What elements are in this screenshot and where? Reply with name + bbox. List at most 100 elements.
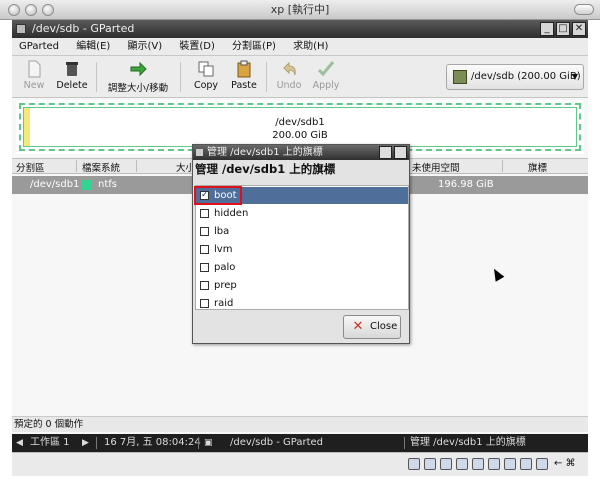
dialog-title: 管理 /dev/sdb1 上的旗標 [207,147,323,158]
flag-prep[interactable]: prep [196,277,408,294]
column-separator [76,160,77,172]
usb-icon[interactable] [456,458,468,470]
new-button[interactable]: New [16,58,52,96]
flag-label: prep [214,280,237,291]
paste-icon [237,60,251,78]
flag-palo[interactable]: palo [196,259,408,276]
flag-label: palo [214,262,236,273]
window-menu-icon[interactable] [16,24,26,34]
column-partition[interactable]: 分割區 [16,160,45,174]
checkbox-icon[interactable] [200,263,209,272]
vm-status-tray: ← ⌘ [12,452,588,476]
close-button[interactable]: ✕ Close [343,315,401,339]
column-filesystem[interactable]: 檔案系統 [82,160,120,174]
device-selector-label: /dev/sdb (200.00 GiB) [471,71,581,82]
clock: 16 7月, 五 08:04:24 [104,437,201,448]
minimize-icon[interactable]: _ [540,22,554,36]
disk-icon [453,70,467,84]
panel-separator [96,437,97,449]
dropdown-arrow-icon: ▼ [571,72,578,81]
resize-arrow-icon [130,61,147,77]
dialog-maximize-icon[interactable] [379,146,392,159]
dialog-close-icon[interactable] [394,146,407,159]
close-button-label: Close [370,321,398,332]
resize-move-button[interactable]: 調整大小/移動 [100,58,176,96]
new-label: New [23,80,45,91]
toolbar-separator [266,62,267,92]
delete-button[interactable]: Delete [54,58,90,96]
new-document-icon [28,60,41,78]
filesystem-color-swatch [82,180,92,190]
partition-block-size: 200.00 GiB [272,130,328,141]
toolbar-toggle-button[interactable] [574,4,594,15]
gparted-window-title: /dev/sdb - GParted [32,22,135,35]
row-partition: /dev/sdb1 [30,179,80,190]
partition-block-name: /dev/sdb1 [275,117,325,128]
pending-operations-text: 預定的 0 個動作 [14,419,84,430]
menu-help[interactable]: 求助(H) [286,38,335,56]
zoom-window-button[interactable] [42,4,54,16]
harddisk-icon[interactable] [408,458,420,470]
menu-view[interactable]: 顯示(V) [121,38,170,56]
toolbar-separator [180,62,181,92]
column-separator [136,160,137,172]
checkbox-icon[interactable] [200,245,209,254]
checkbox-icon[interactable] [200,209,209,218]
apply-label: Apply [312,80,340,91]
vm-window-title: xp [執行中] [270,3,330,16]
checkbox-icon[interactable] [200,299,209,308]
flag-lvm[interactable]: lvm [196,241,408,258]
row-unused: 196.98 GiB [438,179,494,190]
video-capture-icon[interactable] [504,458,516,470]
panel-separator [404,437,405,449]
undo-label: Undo [276,80,302,91]
display-icon[interactable] [488,458,500,470]
menu-gparted[interactable]: GParted [12,38,66,56]
manage-flags-dialog: 管理 /dev/sdb1 上的旗標 管理 /dev/sdb1 上的旗標 ✓ bo… [192,144,410,344]
workspace-next-icon[interactable]: ▶ [82,434,89,452]
task-flags-dialog[interactable]: 管理 /dev/sdb1 上的旗標 [410,434,526,452]
copy-icon [198,61,214,77]
trash-icon [66,62,78,76]
minimize-window-button[interactable] [25,4,37,16]
dialog-menu-icon[interactable] [196,149,203,156]
flag-raid[interactable]: raid [196,295,408,312]
status-bar: 預定的 0 個動作 [12,416,588,432]
column-unused[interactable]: 未使用空間 [412,160,460,174]
flag-hidden[interactable]: hidden [196,205,408,222]
maximize-icon[interactable]: □ [556,22,570,36]
undo-button[interactable]: Undo [272,58,306,96]
checkbox-icon[interactable] [200,227,209,236]
shared-folder-icon[interactable] [472,458,484,470]
close-window-button[interactable] [8,4,20,16]
cpu-icon[interactable] [520,458,532,470]
close-icon[interactable]: ✕ [572,22,586,36]
dialog-heading: 管理 /dev/sdb1 上的旗標 [195,162,336,176]
mouse-integration-icon[interactable] [536,458,548,470]
flag-label: lvm [214,244,233,255]
panel-separator [198,437,199,449]
highlight-box [194,186,242,205]
checkmark-icon [317,61,335,77]
flag-lba[interactable]: lba [196,223,408,240]
menu-device[interactable]: 裝置(D) [172,38,222,56]
checkbox-icon[interactable] [200,281,209,290]
row-filesystem: ntfs [98,179,117,190]
workspace-arrow-icon[interactable]: ◀ [16,434,23,452]
paste-button[interactable]: Paste [226,58,262,96]
column-flags[interactable]: 旗標 [528,160,547,174]
task-gparted[interactable]: /dev/sdb - GParted [230,434,323,452]
flag-label: lba [214,226,230,237]
menu-edit[interactable]: 編輯(E) [69,38,117,56]
network-icon[interactable] [440,458,452,470]
copy-button[interactable]: Copy [188,58,224,96]
toolbar: New Delete 調整大小/移動 Copy Paste Undo Apply [12,56,588,98]
menu-partition[interactable]: 分割區(P) [225,38,283,56]
device-selector[interactable]: /dev/sdb (200.00 GiB) ▼ [446,64,584,90]
flag-label: raid [214,298,234,309]
apply-button[interactable]: Apply [308,58,344,96]
workspace-label[interactable]: 工作區 1 [30,434,70,452]
taskbar: ◀ 工作區 1 ▶ 16 7月, 五 08:04:24 ▣ /dev/sdb -… [12,434,588,452]
optical-drive-icon[interactable] [424,458,436,470]
task-window-icon: ▣ [204,438,213,448]
